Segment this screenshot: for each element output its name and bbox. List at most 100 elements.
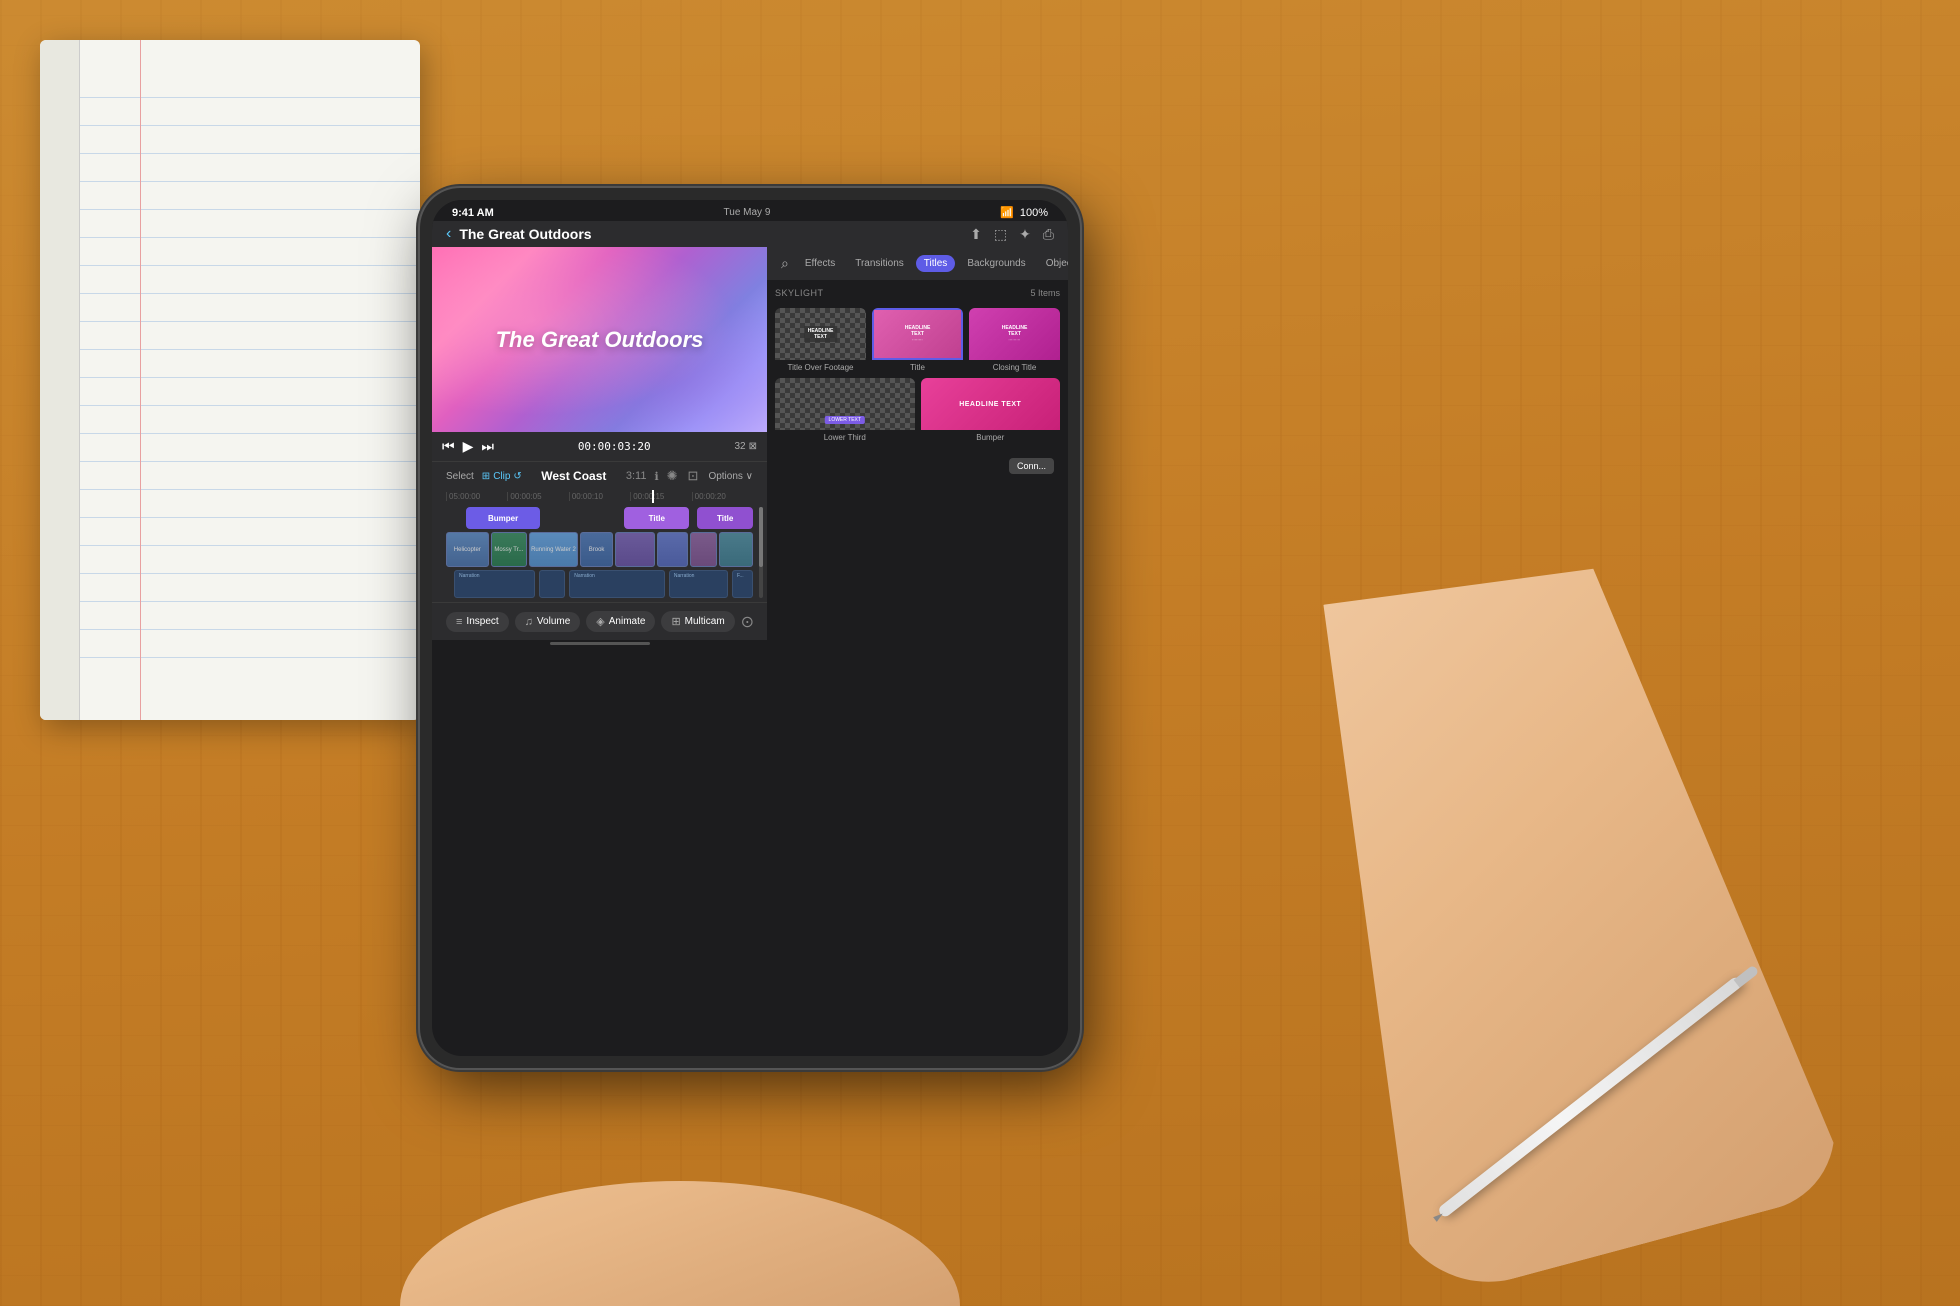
video-clip-5[interactable]: [615, 532, 655, 567]
title-label: Title: [872, 360, 963, 372]
audio-clip-narration-2[interactable]: Narration: [569, 570, 665, 598]
clip-label[interactable]: ⊞ Clip ↺: [482, 471, 522, 482]
closing-title-label: Closing Title: [969, 360, 1060, 372]
title-preview: HEADLINETEXT········: [872, 308, 963, 360]
video-clip-7[interactable]: [690, 532, 718, 567]
timeline-tracks: Bumper Title Title Helicopter Mossy Tr..…: [432, 503, 767, 602]
toolbar-icons: ⬆ ⬚ ✦ ⎙: [970, 226, 1054, 243]
project-title: The Great Outdoors: [459, 226, 962, 242]
video-clip-6[interactable]: [657, 532, 688, 567]
ipad-screen: 9:41 AM Tue May 9 📶 100% ‹ The Great Out…: [432, 200, 1068, 1056]
status-right: 📶 100%: [1000, 206, 1048, 219]
lower-third-label: Lower Third: [775, 430, 915, 442]
tab-effects[interactable]: Effects: [797, 255, 843, 272]
title-over-footage-thumb[interactable]: HEADLINETEXT Title Over Footage: [775, 308, 866, 372]
item-count: 5 Items: [1030, 288, 1060, 298]
video-track: Helicopter Mossy Tr... Running Water 2 B…: [446, 532, 753, 567]
ruler-mark: 00:00:15: [630, 492, 691, 501]
camera-icon[interactable]: ⬚: [994, 226, 1007, 243]
ruler-mark: 00:00:20: [692, 492, 753, 501]
bumper-preview: HEADLINE TEXT: [921, 378, 1061, 430]
timeline-icons-right: ✺ ⊡ Options ∨: [667, 468, 753, 484]
options-button[interactable]: Options ∨: [708, 471, 753, 482]
video-clip-mossy[interactable]: Mossy Tr...: [491, 532, 528, 567]
upload-icon[interactable]: ⬆: [970, 226, 982, 243]
audio-clip-f[interactable]: F...: [732, 570, 753, 598]
waveform-2: [540, 571, 564, 597]
ruler-mark: 00:00:10: [569, 492, 630, 501]
titles-grid-row1: HEADLINETEXT Title Over Footage HEADLINE…: [775, 308, 1060, 372]
volume-label: Volume: [537, 616, 570, 627]
clip-refresh-icon: ↺: [513, 471, 521, 482]
zoom-control[interactable]: 32 ⊠: [734, 441, 757, 452]
magic-wand-icon[interactable]: ✦: [1019, 226, 1031, 243]
timeline-title: West Coast: [530, 469, 618, 483]
bumper-clip[interactable]: Bumper: [466, 507, 540, 529]
status-date: Tue May 9: [724, 207, 771, 218]
waveform-5: F...: [733, 571, 752, 597]
scrollbar-thumb[interactable]: [759, 507, 763, 567]
search-icon[interactable]: ⌕: [777, 253, 793, 274]
home-bar: [550, 642, 650, 645]
multicam-button[interactable]: ⊞ Multicam: [661, 611, 734, 632]
playback-controls: ⏮ ▶ ⏭ 00:00:03:20 32 ⊠: [432, 432, 767, 461]
hand-right: [1236, 512, 1852, 1305]
notebook-lines: [80, 40, 420, 720]
back-button[interactable]: ‹: [446, 225, 451, 243]
section-label: SKYLIGHT: [775, 288, 824, 298]
connect-button[interactable]: Conn...: [1009, 458, 1054, 474]
multicam-icon: ⊞: [671, 615, 680, 628]
share-icon[interactable]: ⎙: [1043, 226, 1054, 243]
lower-third-thumb[interactable]: LOWER TEXT Lower Third: [775, 378, 915, 442]
title-track: Bumper Title Title: [446, 507, 753, 529]
volume-button[interactable]: ♫ Volume: [515, 612, 581, 632]
ipad: 9:41 AM Tue May 9 📶 100% ‹ The Great Out…: [420, 188, 1080, 1068]
display-icon[interactable]: ⊡: [688, 468, 699, 484]
timeline-ruler: 05:00:00 00:00:05 00:00:10 00:00:15 00:0…: [432, 490, 767, 503]
browser-content: SKYLIGHT 5 Items HEADLINETEXT Title Over…: [767, 280, 1068, 1056]
checkmark-icon[interactable]: ⊙: [741, 612, 754, 632]
fast-forward-button[interactable]: ⏭: [481, 438, 494, 455]
clip-text: Clip: [493, 471, 510, 482]
title-clip-1[interactable]: Title: [624, 507, 689, 529]
title-thumb[interactable]: HEADLINETEXT········ Title: [872, 308, 963, 372]
info-icon[interactable]: ℹ: [654, 470, 658, 483]
tab-transitions[interactable]: Transitions: [847, 255, 912, 272]
tab-titles[interactable]: Titles: [916, 255, 956, 272]
zoom-value: 32: [734, 441, 745, 452]
notebook-margin: [140, 40, 141, 720]
play-button[interactable]: ▶: [463, 438, 474, 455]
title-over-footage-preview: HEADLINETEXT: [775, 308, 866, 360]
animate-icon: ◈: [596, 615, 604, 628]
video-clip-helicopter[interactable]: Helicopter: [446, 532, 489, 567]
narration-label-4: F...: [737, 573, 744, 579]
rewind-button[interactable]: ⏮: [442, 438, 455, 455]
waveform-1: Narration: [455, 571, 534, 597]
ruler-mark: 05:00:00: [446, 492, 507, 501]
audio-clip-narration-3[interactable]: Narration: [669, 570, 728, 598]
hand-left: [380, 1056, 980, 1306]
closing-title-thumb[interactable]: HEADLINETEXT········· Closing Title: [969, 308, 1060, 372]
tab-objects[interactable]: Objects: [1038, 255, 1068, 272]
audio-clip-we[interactable]: [539, 570, 565, 598]
volume-icon: ♫: [525, 616, 533, 628]
tab-backgrounds[interactable]: Backgrounds: [959, 255, 1033, 272]
video-clip-8[interactable]: [719, 532, 753, 567]
audio-track: Narration Narration: [446, 570, 753, 598]
title-clip-2[interactable]: Title: [697, 507, 753, 529]
video-clip-water[interactable]: Running Water 2: [529, 532, 578, 567]
sun-icon[interactable]: ✺: [667, 468, 678, 484]
titles-grid-row2: LOWER TEXT Lower Third HEADLINE TEXT Bum…: [775, 378, 1060, 442]
inspect-button[interactable]: ≡ Inspect: [446, 612, 509, 632]
inspect-icon: ≡: [456, 616, 462, 628]
lower-third-tag: LOWER TEXT: [825, 416, 865, 424]
bumper-thumb[interactable]: HEADLINE TEXT Bumper: [921, 378, 1061, 442]
timeline-scrollbar[interactable]: [759, 507, 763, 598]
animate-button[interactable]: ◈ Animate: [586, 611, 655, 632]
video-preview[interactable]: The Great Outdoors: [432, 247, 767, 432]
video-clip-brook[interactable]: Brook: [580, 532, 614, 567]
audio-clip-narration-1[interactable]: Narration: [454, 570, 535, 598]
title-over-footage-label: Title Over Footage: [775, 360, 866, 372]
ruler-mark: 00:00:05: [507, 492, 568, 501]
status-bar: 9:41 AM Tue May 9 📶 100%: [432, 200, 1068, 221]
